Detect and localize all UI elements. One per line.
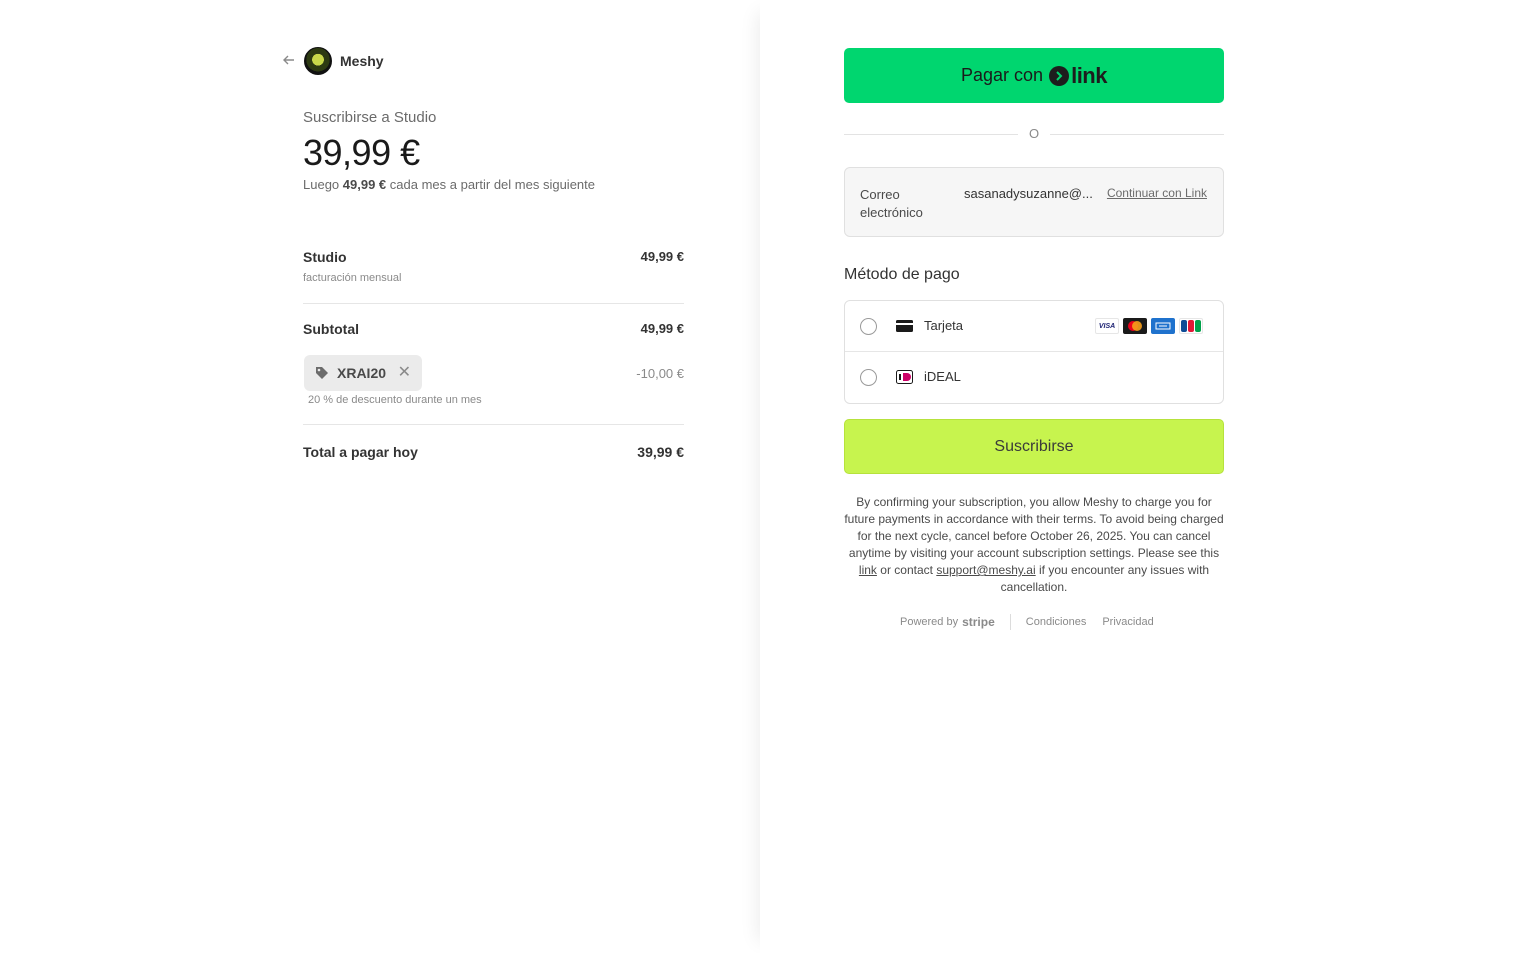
link-logo: link	[1049, 63, 1107, 89]
payment-methods: Tarjeta VISA iDEAL	[844, 300, 1224, 404]
jcb-icon	[1179, 318, 1203, 334]
remove-promo-close-icon[interactable]: ✕	[398, 364, 411, 382]
payment-method-ideal[interactable]: iDEAL	[845, 352, 1223, 403]
card-radio[interactable]	[860, 318, 877, 335]
email-label: Correo electrónico	[860, 187, 923, 220]
promo-code: XRAI20	[337, 365, 387, 381]
divider	[303, 303, 684, 304]
visa-icon: VISA	[1095, 318, 1119, 334]
mastercard-icon	[1123, 318, 1147, 334]
terms-link[interactable]: Condiciones	[1026, 616, 1087, 628]
price-note: Luego 49,99 € cada mes a partir del mes …	[303, 177, 595, 192]
subtotal-amount: 49,99 €	[640, 321, 684, 336]
subscribe-button[interactable]: Suscribirse	[844, 419, 1224, 474]
brand-name: Meshy	[340, 53, 384, 69]
total-amount: 39,99 €	[637, 444, 684, 460]
footer-separator	[1009, 614, 1011, 630]
link-wordmark: link	[1071, 62, 1107, 88]
total-label: Total a pagar hoy	[303, 444, 418, 460]
pay-with-label: Pagar con	[961, 65, 1044, 85]
arrow-right-icon	[1049, 65, 1070, 86]
legal-text: By confirming your subscription, you all…	[844, 494, 1224, 596]
plan-amount: 49,99 €	[640, 249, 684, 264]
header: Meshy	[282, 47, 384, 75]
email-field: Correo electrónico sasanadysuzanne@... C…	[844, 167, 1224, 237]
price-note-amount: 49,99 €	[342, 177, 387, 192]
meshy-logo-icon	[304, 47, 332, 75]
powered-by-text: Powered by	[900, 616, 959, 628]
price-note-suffix: cada mes a partir del mes siguiente	[389, 177, 595, 192]
ideal-radio[interactable]	[860, 369, 877, 386]
plan-billing: facturación mensual	[303, 272, 402, 284]
discount-note: 20 % de descuento durante un mes	[308, 394, 482, 406]
legal-text-part: or contact	[880, 563, 933, 577]
price-note-prefix: Luego	[303, 177, 340, 192]
or-divider: O	[844, 126, 1224, 144]
pay-with-link-button[interactable]: Pagar con link	[844, 48, 1224, 103]
subtotal-line: Subtotal 49,99 €	[303, 321, 684, 337]
total-line: Total a pagar hoy 39,99 €	[303, 444, 684, 460]
footer: Powered by stripe Condiciones Privacidad	[900, 614, 1170, 630]
promo-code-chip: XRAI20 ✕	[304, 355, 422, 391]
payment-method-card[interactable]: Tarjeta VISA	[845, 301, 1223, 352]
tag-icon	[316, 367, 328, 379]
stripe-logo[interactable]: stripe	[962, 615, 995, 629]
discount-amount: -10,00 €	[636, 366, 684, 381]
legal-text-part: By confirming your subscription, you all…	[844, 495, 1224, 560]
price-today: 39,99 €	[303, 132, 420, 173]
ideal-icon	[896, 370, 913, 384]
divider	[303, 424, 684, 425]
subscription-title: Suscribirse a Studio	[303, 109, 437, 126]
email-value[interactable]: sasanadysuzanne@...	[964, 186, 1093, 201]
divider-line	[1050, 134, 1224, 135]
card-brands: VISA	[1095, 318, 1203, 334]
card-label: Tarjeta	[924, 318, 964, 333]
plan-name: Studio	[303, 249, 347, 265]
ideal-label: iDEAL	[924, 369, 961, 384]
payment-method-title: Método de pago	[844, 266, 960, 283]
cancellation-link[interactable]: link	[859, 563, 877, 577]
support-email-link[interactable]: support@meshy.ai	[936, 563, 1035, 577]
plan-line-item: Studio facturación mensual 49,99 €	[303, 249, 684, 284]
privacy-link[interactable]: Privacidad	[1102, 616, 1153, 628]
amex-icon	[1151, 318, 1175, 334]
subtotal-label: Subtotal	[303, 321, 359, 337]
back-arrow-icon[interactable]	[282, 53, 298, 69]
card-icon	[896, 320, 913, 332]
continue-with-link[interactable]: Continuar con Link	[1107, 186, 1207, 200]
